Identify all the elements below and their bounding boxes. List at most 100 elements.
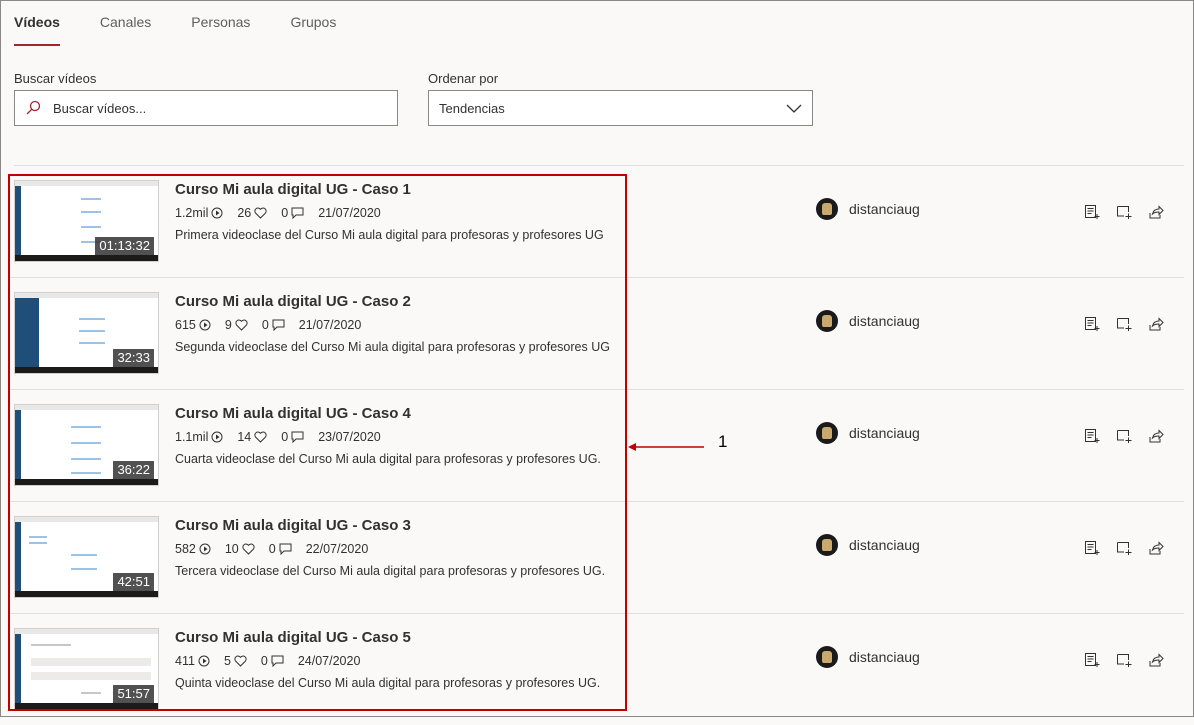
video-title[interactable]: Curso Mi aula digital UG - Caso 1: [175, 181, 411, 198]
video-meta: 582 10 0 22/07/2020: [175, 542, 382, 556]
video-meta: 1.1mil 14 0 23/07/2020: [175, 430, 395, 444]
comment-icon: [279, 543, 292, 555]
video-description: Quinta videoclase del Curso Mi aula digi…: [175, 676, 601, 690]
channel-name: distanciaug: [849, 201, 920, 217]
play-icon: [211, 431, 223, 443]
add-to-playlist-button[interactable]: [1084, 538, 1116, 558]
channel-link[interactable]: distanciaug: [816, 646, 920, 668]
play-icon: [211, 207, 223, 219]
share-icon: [1149, 317, 1164, 331]
sort-label: Ordenar por: [428, 71, 499, 86]
add-to-group-button[interactable]: [1116, 202, 1148, 222]
share-button[interactable]: [1148, 426, 1180, 446]
channel-link[interactable]: distanciaug: [816, 422, 920, 444]
channel-name: distanciaug: [849, 425, 920, 441]
row-actions: [1084, 426, 1180, 446]
video-date: 23/07/2020: [318, 430, 381, 444]
video-date: 22/07/2020: [305, 542, 369, 556]
video-thumbnail[interactable]: 32:33: [14, 292, 159, 374]
add-to-group-button[interactable]: [1116, 538, 1148, 558]
share-button[interactable]: [1148, 202, 1180, 222]
video-title[interactable]: Curso Mi aula digital UG - Caso 2: [175, 293, 411, 310]
channel-link[interactable]: distanciaug: [816, 198, 920, 220]
add-to-group-button[interactable]: [1116, 650, 1148, 670]
video-list: 01:13:32 Curso Mi aula digital UG - Caso…: [8, 166, 1184, 725]
heart-icon: [254, 207, 267, 219]
video-duration: 32:33: [113, 349, 154, 367]
annotation-arrow-icon: [628, 443, 704, 451]
tab-groups[interactable]: Grupos: [290, 14, 336, 46]
video-thumbnail[interactable]: 36:22: [14, 404, 159, 486]
video-meta: 1.2mil 26 0 21/07/2020: [175, 206, 395, 220]
video-description: Tercera videoclase del Curso Mi aula dig…: [175, 564, 606, 578]
play-icon: [198, 655, 210, 667]
play-icon: [199, 543, 211, 555]
view-count: 582: [175, 542, 196, 556]
video-row: 32:33 Curso Mi aula digital UG - Caso 2 …: [8, 278, 1184, 390]
video-date: 24/07/2020: [297, 654, 361, 668]
share-button[interactable]: [1148, 538, 1180, 558]
search-icon: [26, 100, 41, 115]
share-button[interactable]: [1148, 650, 1180, 670]
like-count: 26: [237, 206, 252, 220]
like-count: 5: [223, 654, 231, 668]
view-count: 615: [175, 318, 196, 332]
video-description: Cuarta videoclase del Curso Mi aula digi…: [175, 452, 601, 466]
comment-count: 0: [260, 654, 268, 668]
playlist-add-icon: [1085, 317, 1100, 331]
add-to-playlist-button[interactable]: [1084, 650, 1116, 670]
video-date: 21/07/2020: [318, 206, 381, 220]
video-title[interactable]: Curso Mi aula digital UG - Caso 5: [175, 629, 411, 646]
add-box-icon: [1117, 206, 1132, 219]
row-actions: [1084, 314, 1180, 334]
heart-icon: [235, 319, 248, 331]
video-meta: 411 5 0 24/07/2020: [175, 654, 374, 668]
playlist-add-icon: [1085, 429, 1100, 443]
channel-link[interactable]: distanciaug: [816, 534, 920, 556]
channel-name: distanciaug: [849, 537, 920, 553]
add-to-group-button[interactable]: [1116, 314, 1148, 334]
video-thumbnail[interactable]: 51:57: [14, 628, 159, 710]
tab-videos[interactable]: Vídeos: [14, 14, 60, 46]
search-box[interactable]: [14, 90, 398, 126]
comment-count: 0: [268, 542, 276, 556]
search-label: Buscar vídeos: [14, 71, 97, 86]
video-row: 36:22 Curso Mi aula digital UG - Caso 4 …: [8, 390, 1184, 502]
tab-channels[interactable]: Canales: [100, 14, 151, 46]
search-input[interactable]: [51, 99, 375, 117]
row-actions: [1084, 538, 1180, 558]
share-icon: [1149, 541, 1164, 555]
view-count: 411: [175, 654, 195, 668]
comment-count: 0: [261, 318, 269, 332]
add-to-playlist-button[interactable]: [1084, 202, 1116, 222]
video-description: Segunda videoclase del Curso Mi aula dig…: [175, 340, 610, 354]
avatar: [816, 422, 838, 444]
channel-link[interactable]: distanciaug: [816, 310, 920, 332]
share-icon: [1149, 429, 1164, 443]
play-icon: [199, 319, 211, 331]
comment-icon: [291, 431, 304, 443]
video-title[interactable]: Curso Mi aula digital UG - Caso 3: [175, 517, 411, 534]
like-count: 14: [237, 430, 252, 444]
video-title[interactable]: Curso Mi aula digital UG - Caso 4: [175, 405, 411, 422]
video-thumbnail[interactable]: 01:13:32: [14, 180, 159, 262]
tab-bar: Vídeos Canales Personas Grupos: [14, 14, 376, 46]
tab-people[interactable]: Personas: [191, 14, 250, 46]
sort-select[interactable]: Tendencias: [428, 90, 813, 126]
add-box-icon: [1117, 654, 1132, 667]
video-thumbnail[interactable]: 42:51: [14, 516, 159, 598]
playlist-add-icon: [1085, 541, 1100, 555]
heart-icon: [254, 431, 267, 443]
add-to-group-button[interactable]: [1116, 426, 1148, 446]
row-actions: [1084, 202, 1180, 222]
video-row: 01:13:32 Curso Mi aula digital UG - Caso…: [8, 166, 1184, 278]
video-row: 51:57 Curso Mi aula digital UG - Caso 5 …: [8, 614, 1184, 725]
add-to-playlist-button[interactable]: [1084, 426, 1116, 446]
comment-icon: [271, 655, 284, 667]
video-duration: 36:22: [113, 461, 154, 479]
share-button[interactable]: [1148, 314, 1180, 334]
add-to-playlist-button[interactable]: [1084, 314, 1116, 334]
video-description: Primera videoclase del Curso Mi aula dig…: [175, 228, 604, 242]
heart-icon: [242, 543, 255, 555]
channel-name: distanciaug: [849, 649, 920, 665]
